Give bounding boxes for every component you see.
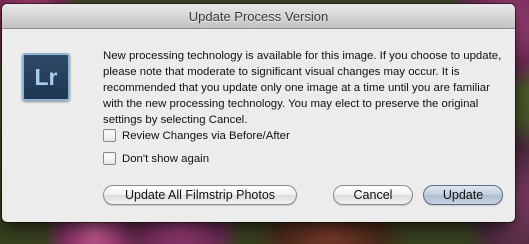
update-button[interactable]: Update — [423, 185, 503, 205]
lightroom-app-icon: Lr — [22, 53, 70, 101]
cancel-button[interactable]: Cancel — [333, 185, 413, 205]
review-changes-checkbox[interactable] — [103, 129, 116, 142]
dont-show-again-label[interactable]: Don't show again — [122, 153, 209, 165]
update-process-version-dialog: Update Process Version Lr New processing… — [2, 4, 515, 222]
dont-show-again-option[interactable]: Don't show again — [103, 152, 209, 165]
dialog-titlebar[interactable]: Update Process Version — [2, 4, 515, 29]
dialog-message: New processing technology is available f… — [103, 50, 502, 126]
dont-show-again-checkbox[interactable] — [103, 152, 116, 165]
update-all-filmstrip-photos-button[interactable]: Update All Filmstrip Photos — [103, 185, 297, 205]
dialog-title: Update Process Version — [188, 8, 329, 24]
review-changes-option[interactable]: Review Changes via Before/After — [103, 129, 290, 142]
review-changes-label[interactable]: Review Changes via Before/After — [122, 130, 290, 142]
lightroom-logo-text: Lr — [34, 63, 58, 90]
